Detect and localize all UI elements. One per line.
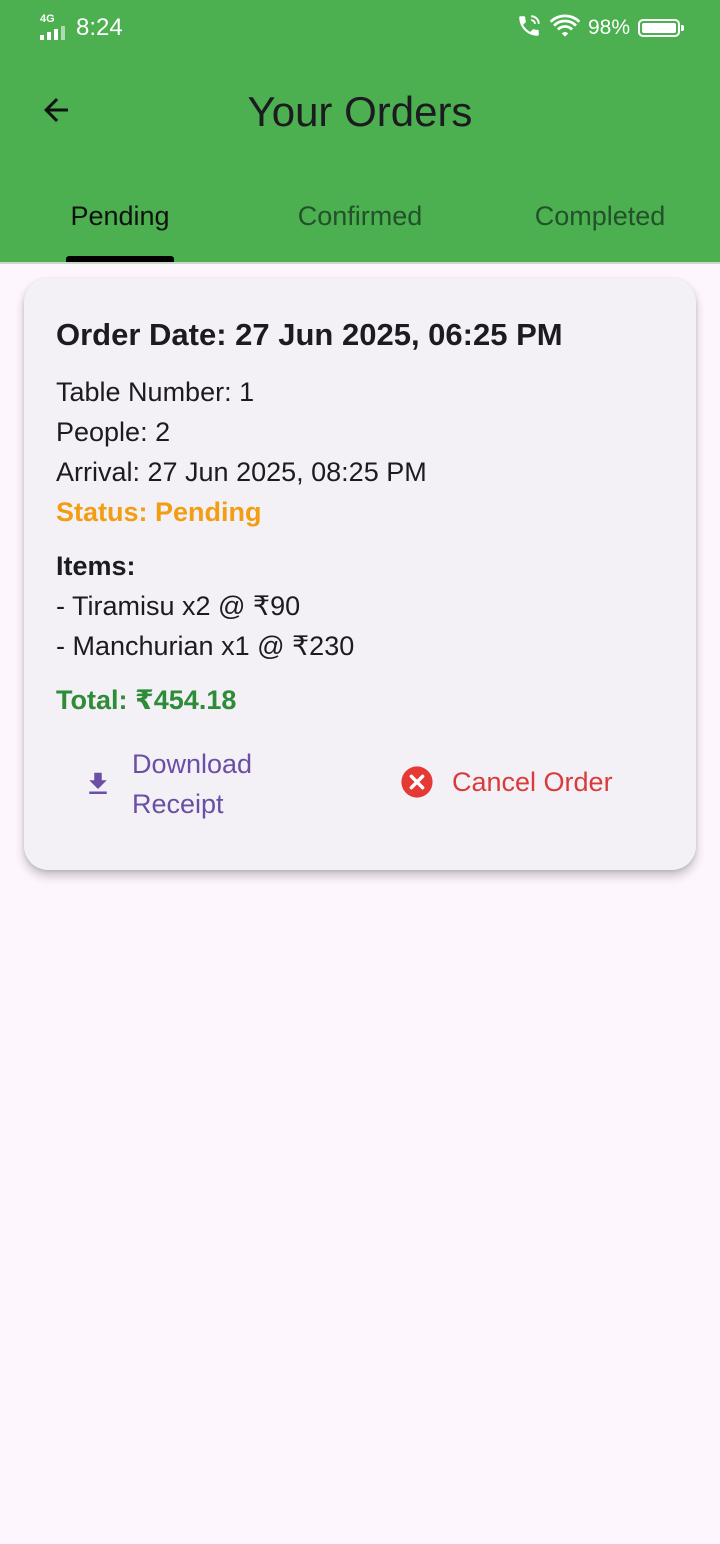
table-number: Table Number: 1: [56, 377, 255, 407]
wifi-calling-icon: [516, 13, 542, 44]
order-total: Total: ₹454.18: [56, 685, 237, 715]
cellular-signal-icon: 4G: [40, 14, 68, 42]
order-item: - Manchurian x1 @ ₹230: [56, 631, 355, 661]
tab-label: Pending: [70, 201, 170, 231]
order-actions: Download Receipt Cancel Order: [24, 738, 696, 828]
order-status: Status: Pending: [56, 497, 262, 527]
wifi-icon: [549, 13, 581, 44]
tab-pending[interactable]: Pending: [0, 176, 240, 262]
order-tabs: Pending Confirmed Completed: [0, 176, 720, 262]
download-receipt-label: Download Receipt: [132, 749, 253, 819]
people-count: People: 2: [56, 417, 171, 447]
order-card: Order Date: 27 Jun 2025, 06:25 PM Table …: [24, 278, 696, 870]
status-bar: 4G 8:24 98%: [0, 0, 720, 56]
battery-percentage: 98%: [587, 16, 630, 39]
download-receipt-button[interactable]: Download Receipt: [80, 744, 302, 824]
tab-divider: [0, 262, 720, 264]
order-date: Order Date: 27 Jun 2025, 06:25 PM: [56, 317, 563, 352]
page-title: Your Orders: [247, 88, 473, 135]
items-heading: Items:: [56, 551, 136, 581]
order-item: - Tiramisu x2 @ ₹90: [56, 591, 301, 621]
network-type: 4G: [40, 13, 55, 25]
tab-label: Completed: [534, 201, 666, 231]
cancel-circle-icon: [400, 765, 434, 799]
app-bar: Your Orders: [0, 56, 720, 176]
cancel-order-label: Cancel Order: [452, 767, 613, 797]
tab-confirmed[interactable]: Confirmed: [240, 176, 480, 262]
arrival-time: Arrival: 27 Jun 2025, 08:25 PM: [56, 457, 427, 487]
status-bar-left: 4G 8:24: [40, 12, 123, 44]
tab-label: Confirmed: [297, 201, 423, 231]
download-icon: [80, 766, 116, 802]
tab-completed[interactable]: Completed: [480, 176, 720, 262]
status-bar-right: 98%: [516, 12, 684, 44]
battery-icon: [638, 19, 684, 37]
cancel-order-button[interactable]: Cancel Order: [400, 762, 613, 802]
status-time: 8:24: [76, 14, 123, 41]
